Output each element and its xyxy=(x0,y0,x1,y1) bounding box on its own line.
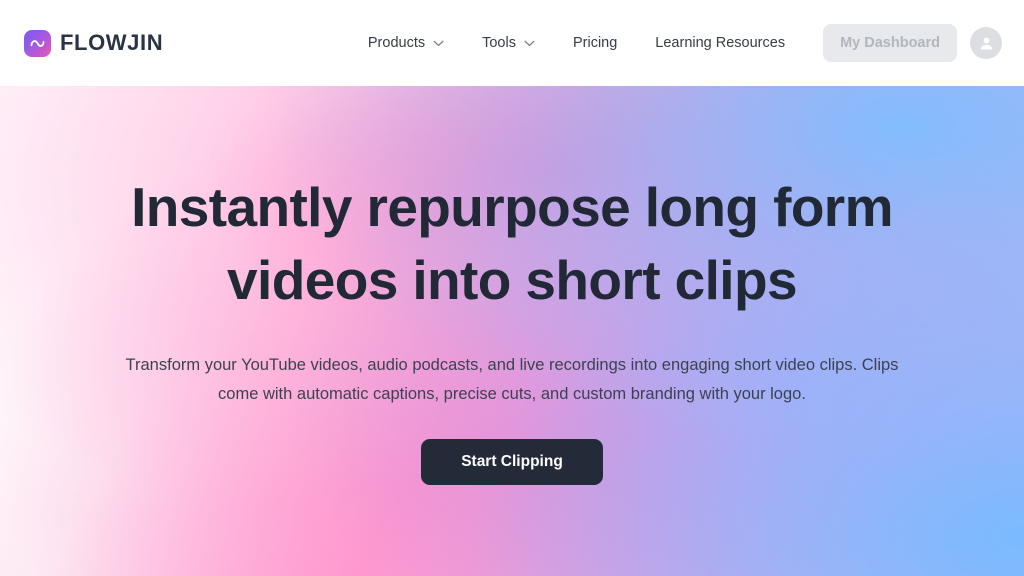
nav-item-tools[interactable]: Tools xyxy=(463,27,554,59)
my-dashboard-button[interactable]: My Dashboard xyxy=(823,24,957,62)
site-header: FLOWJIN Products Tools Pricing Learning … xyxy=(0,0,1024,86)
nav-links: Products Tools Pricing Learning Resource… xyxy=(349,27,804,59)
nav-item-label: Pricing xyxy=(572,35,618,51)
start-clipping-button[interactable]: Start Clipping xyxy=(421,439,603,485)
brand-logo-link[interactable]: FLOWJIN xyxy=(24,29,164,57)
hero-section: Instantly repurpose long form videos int… xyxy=(0,86,1024,576)
nav-item-pricing[interactable]: Pricing xyxy=(554,27,636,59)
nav-item-learning-resources[interactable]: Learning Resources xyxy=(636,27,804,59)
nav-item-label: Tools xyxy=(482,35,516,51)
page-title: Instantly repurpose long form videos int… xyxy=(131,176,893,312)
cta-container: Start Clipping xyxy=(62,439,962,485)
brand-name: FLOWJIN xyxy=(60,30,164,55)
nav-item-label: Learning Resources xyxy=(655,35,786,51)
hero-content: Instantly repurpose long form videos int… xyxy=(62,86,962,485)
hero-subtitle: Transform your YouTube videos, audio pod… xyxy=(125,356,899,403)
nav-item-products[interactable]: Products xyxy=(349,27,463,59)
chevron-down-icon xyxy=(433,35,444,51)
wave-tilde-icon xyxy=(24,29,51,57)
chevron-down-icon xyxy=(524,35,535,51)
nav-item-label: Products xyxy=(367,35,426,51)
user-avatar-icon[interactable] xyxy=(970,27,1002,59)
landing-page: FLOWJIN Products Tools Pricing Learning … xyxy=(0,0,1024,576)
primary-navigation: Products Tools Pricing Learning Resource… xyxy=(349,24,1002,62)
